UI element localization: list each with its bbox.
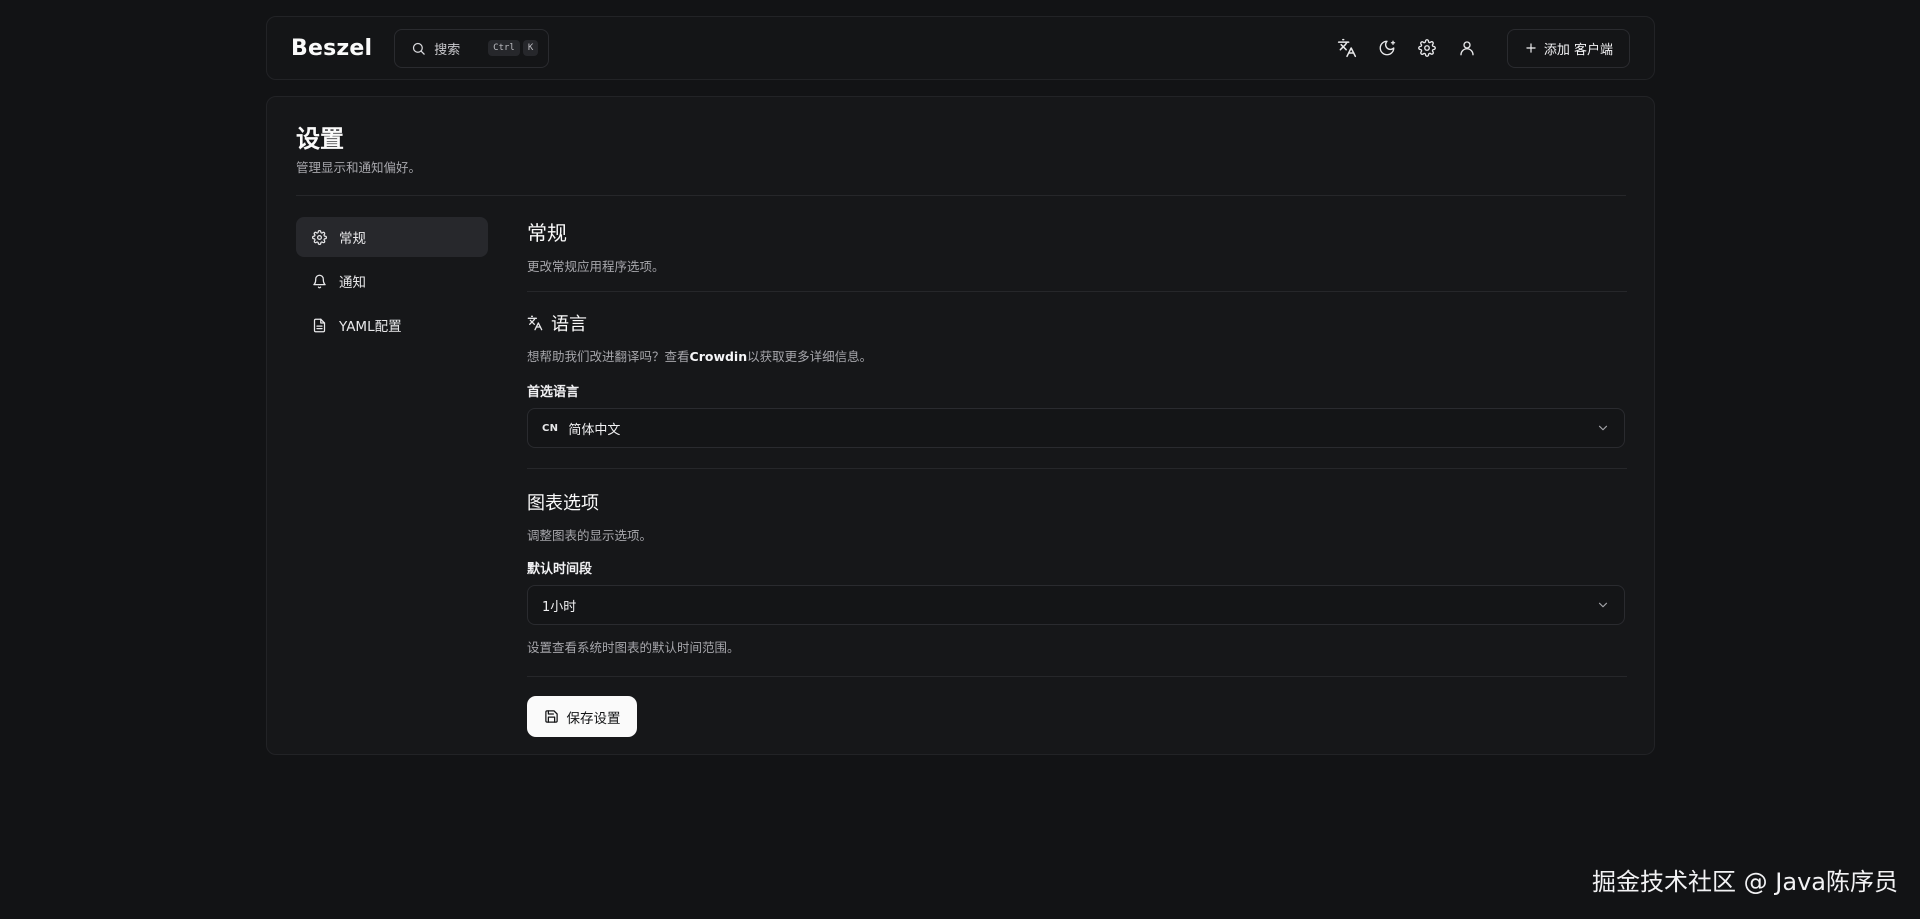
divider (527, 291, 1627, 292)
theme-toggle-icon[interactable] (1375, 36, 1399, 60)
sidebar-item-general[interactable]: 常规 (296, 217, 488, 257)
sidebar-item-label: 常规 (339, 231, 366, 247)
chevron-down-icon (1596, 598, 1610, 612)
language-help-prefix: 想帮助我们改进翻译吗？查看 (527, 349, 690, 364)
bell-icon (312, 274, 327, 289)
kbd-ctrl: Ctrl (488, 40, 520, 56)
save-icon (544, 709, 559, 724)
sidebar-item-label: YAML配置 (339, 319, 402, 335)
language-help-suffix: 以获取更多详细信息。 (747, 349, 873, 364)
crowdin-link[interactable]: Crowdin (690, 349, 748, 364)
preferred-language-label: 首选语言 (527, 385, 580, 400)
gear-icon (312, 229, 327, 245)
page-title: 设置 (296, 125, 344, 153)
plus-icon (1524, 41, 1538, 55)
default-period-label: 默认时间段 (527, 562, 593, 577)
app-logo[interactable]: Beszel (291, 36, 372, 61)
search-shortcut: Ctrl K (488, 40, 539, 56)
general-title: 常规 (527, 221, 567, 245)
file-icon (312, 318, 327, 333)
country-badge: CN (542, 422, 559, 434)
top-header: Beszel 搜索 Ctrl K 添加 客户端 (266, 16, 1655, 80)
default-period-value: 1小时 (542, 599, 577, 615)
sidebar-item-label: 通知 (339, 275, 366, 291)
user-icon[interactable] (1455, 36, 1479, 60)
chevron-down-icon (1596, 421, 1610, 435)
divider (296, 195, 1626, 196)
language-icon[interactable] (1335, 36, 1359, 60)
sidebar-item-yaml[interactable]: YAML配置 (296, 305, 488, 345)
add-client-label: 添加 客户端 (1543, 42, 1613, 58)
divider (527, 468, 1627, 469)
save-settings-label: 保存设置 (566, 710, 621, 727)
settings-sidebar: 常规 通知 YAML配置 (296, 217, 488, 349)
header-actions: 添加 客户端 (1335, 28, 1630, 68)
divider (527, 676, 1627, 677)
kbd-k: K (522, 40, 539, 56)
page-subtitle: 管理显示和通知偏好。 (296, 160, 422, 175)
chart-options-title: 图表选项 (527, 493, 599, 514)
search-icon (411, 41, 426, 56)
save-settings-button[interactable]: 保存设置 (527, 696, 637, 737)
watermark: 掘金技术社区 @ Java陈序员 (1592, 868, 1898, 896)
settings-icon[interactable] (1415, 36, 1439, 60)
settings-content: 常规 更改常规应用程序选项。 语言 想帮助我们改进翻译吗？查看Crowdin以获… (527, 217, 1627, 737)
chart-options-subtitle: 调整图表的显示选项。 (527, 528, 653, 543)
search-button[interactable]: 搜索 Ctrl K (394, 28, 550, 68)
chart-options-heading: 图表选项 (527, 489, 1627, 515)
search-label: 搜索 (434, 42, 461, 58)
language-heading: 语言 (527, 310, 1627, 336)
language-icon (527, 315, 543, 331)
language-select[interactable]: CN 简体中文 (527, 408, 1625, 448)
language-title: 语言 (551, 314, 587, 335)
sidebar-item-notifications[interactable]: 通知 (296, 261, 488, 301)
default-period-select[interactable]: 1小时 (527, 585, 1625, 625)
language-select-value: 简体中文 (568, 422, 621, 438)
language-help: 想帮助我们改进翻译吗？查看Crowdin以获取更多详细信息。 (527, 346, 1627, 365)
general-subtitle: 更改常规应用程序选项。 (527, 259, 665, 274)
default-period-help: 设置查看系统时图表的默认时间范围。 (527, 640, 740, 655)
add-client-button[interactable]: 添加 客户端 (1506, 28, 1630, 68)
settings-card: 设置 管理显示和通知偏好。 常规 通知 YAML配置 常规 更改常规应用程序选项… (266, 96, 1655, 755)
